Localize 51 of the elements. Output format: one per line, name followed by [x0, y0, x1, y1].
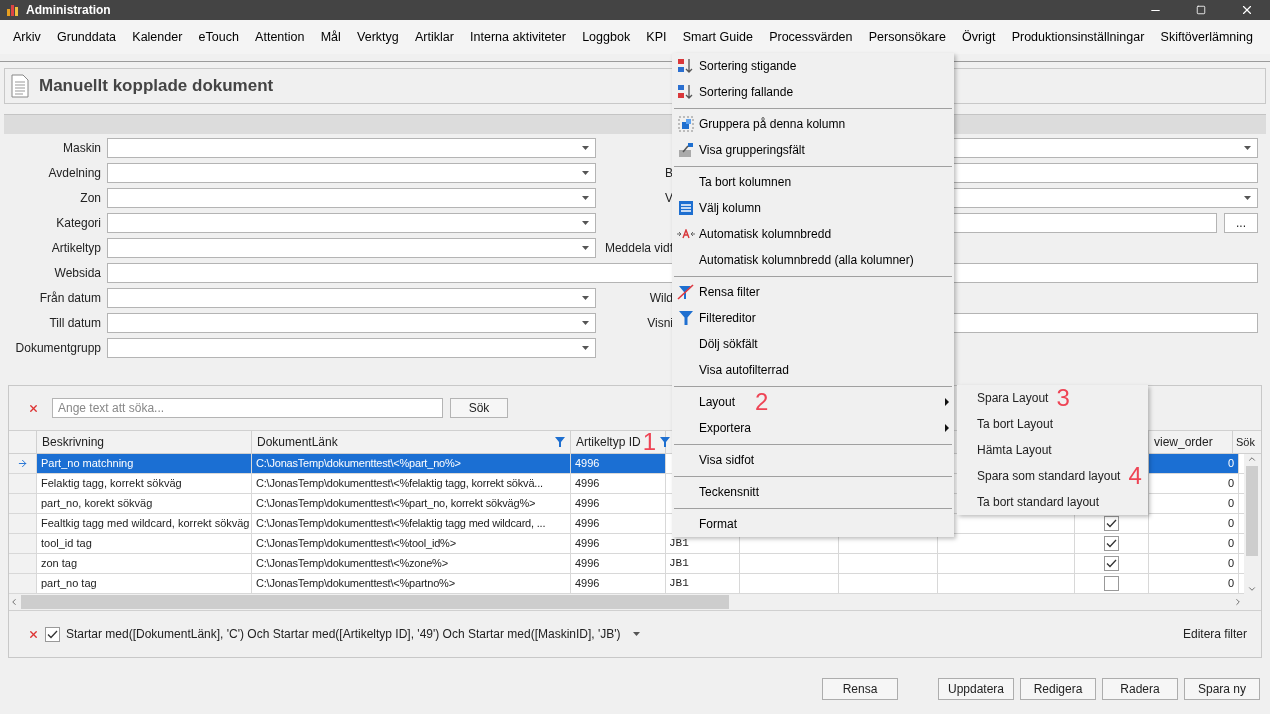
- table-cell: Part_no matchning: [37, 454, 252, 473]
- table-cell: C:\JonasTemp\dokumenttest\<%part_no%>: [252, 454, 571, 473]
- table-cell: C:\JonasTemp\dokumenttest\<%zone%>: [252, 554, 571, 573]
- field-label: V: [665, 190, 673, 207]
- table-cell-text: JB1: [669, 556, 689, 572]
- field-label: Websida: [53, 265, 101, 282]
- table-cell: 0: [1149, 494, 1239, 513]
- field-label: Artikeltyp: [50, 240, 101, 257]
- annotation-number: 2: [755, 390, 769, 414]
- table-cell: 0: [1149, 534, 1239, 553]
- table-cell: 4996: [571, 534, 666, 553]
- table-cell: C:\JonasTemp\dokumenttest\<%felaktig tagg, korrekt sökvä...: [252, 474, 571, 493]
- table-cell: 0: [1149, 454, 1239, 473]
- field-label: Maskin: [62, 140, 101, 157]
- table-cell: 4996: [571, 574, 666, 593]
- page-title: Manuellt kopplade dokument: [39, 75, 274, 98]
- table-cell: 4996: [571, 494, 666, 513]
- field-label: Dokumentgrupp: [14, 340, 101, 357]
- field-label: Avdelning: [47, 165, 101, 182]
- table-cell: 4996: [571, 454, 666, 473]
- table-cell: 0: [1149, 514, 1239, 533]
- table-cell-text: JB1: [669, 536, 689, 552]
- window-title: Administration: [26, 2, 111, 19]
- table-cell: C:\JonasTemp\dokumenttest\<%felaktig tagg med wildcard, ...: [252, 514, 571, 533]
- table-cell-text: JB1: [669, 576, 689, 592]
- field-label: Till datum: [48, 315, 101, 332]
- filter-text: Startar med([DokumentLänk], 'C') Och Startar med([Artikeltyp ID], '49') Och Startar med([MaskinID], 'JB'): [66, 626, 621, 643]
- field-label: Wild: [649, 290, 673, 307]
- table-cell: 4996: [571, 554, 666, 573]
- table-cell: zon tag: [37, 554, 252, 573]
- table-cell: 4996: [571, 474, 666, 493]
- table-cell: 0: [1149, 474, 1239, 493]
- table-cell: part_no, korekt sökväg: [37, 494, 252, 513]
- table-cell: 0: [1149, 574, 1239, 593]
- field-label: Kategori: [55, 215, 101, 232]
- table-cell: C:\JonasTemp\dokumenttest\<%partno%>: [252, 574, 571, 593]
- table-cell: C:\JonasTemp\dokumenttest\<%tool_id%>: [252, 534, 571, 553]
- table-cell: C:\JonasTemp\dokumenttest\<%part_no, korrekt sökväg%>: [252, 494, 571, 513]
- field-label: Zon: [79, 190, 101, 207]
- field-label: Meddela vidf: [604, 240, 673, 257]
- table-cell: part_no tag: [37, 574, 252, 593]
- table-cell: tool_id tag: [37, 534, 252, 553]
- table-cell: Fealtkig tagg med wildcard, korrekt sökväg: [37, 514, 252, 533]
- field-label: B: [665, 165, 673, 182]
- table-cell: 4996: [571, 514, 666, 533]
- table-cell: 0: [1149, 554, 1239, 573]
- table-cell: Felaktig tagg, korrekt sökväg: [37, 474, 252, 493]
- field-label: Visni: [647, 315, 673, 332]
- field-label: Från datum: [38, 290, 101, 307]
- annotation-number: 3: [1056, 386, 1070, 410]
- annotation-number: 1: [642, 430, 657, 454]
